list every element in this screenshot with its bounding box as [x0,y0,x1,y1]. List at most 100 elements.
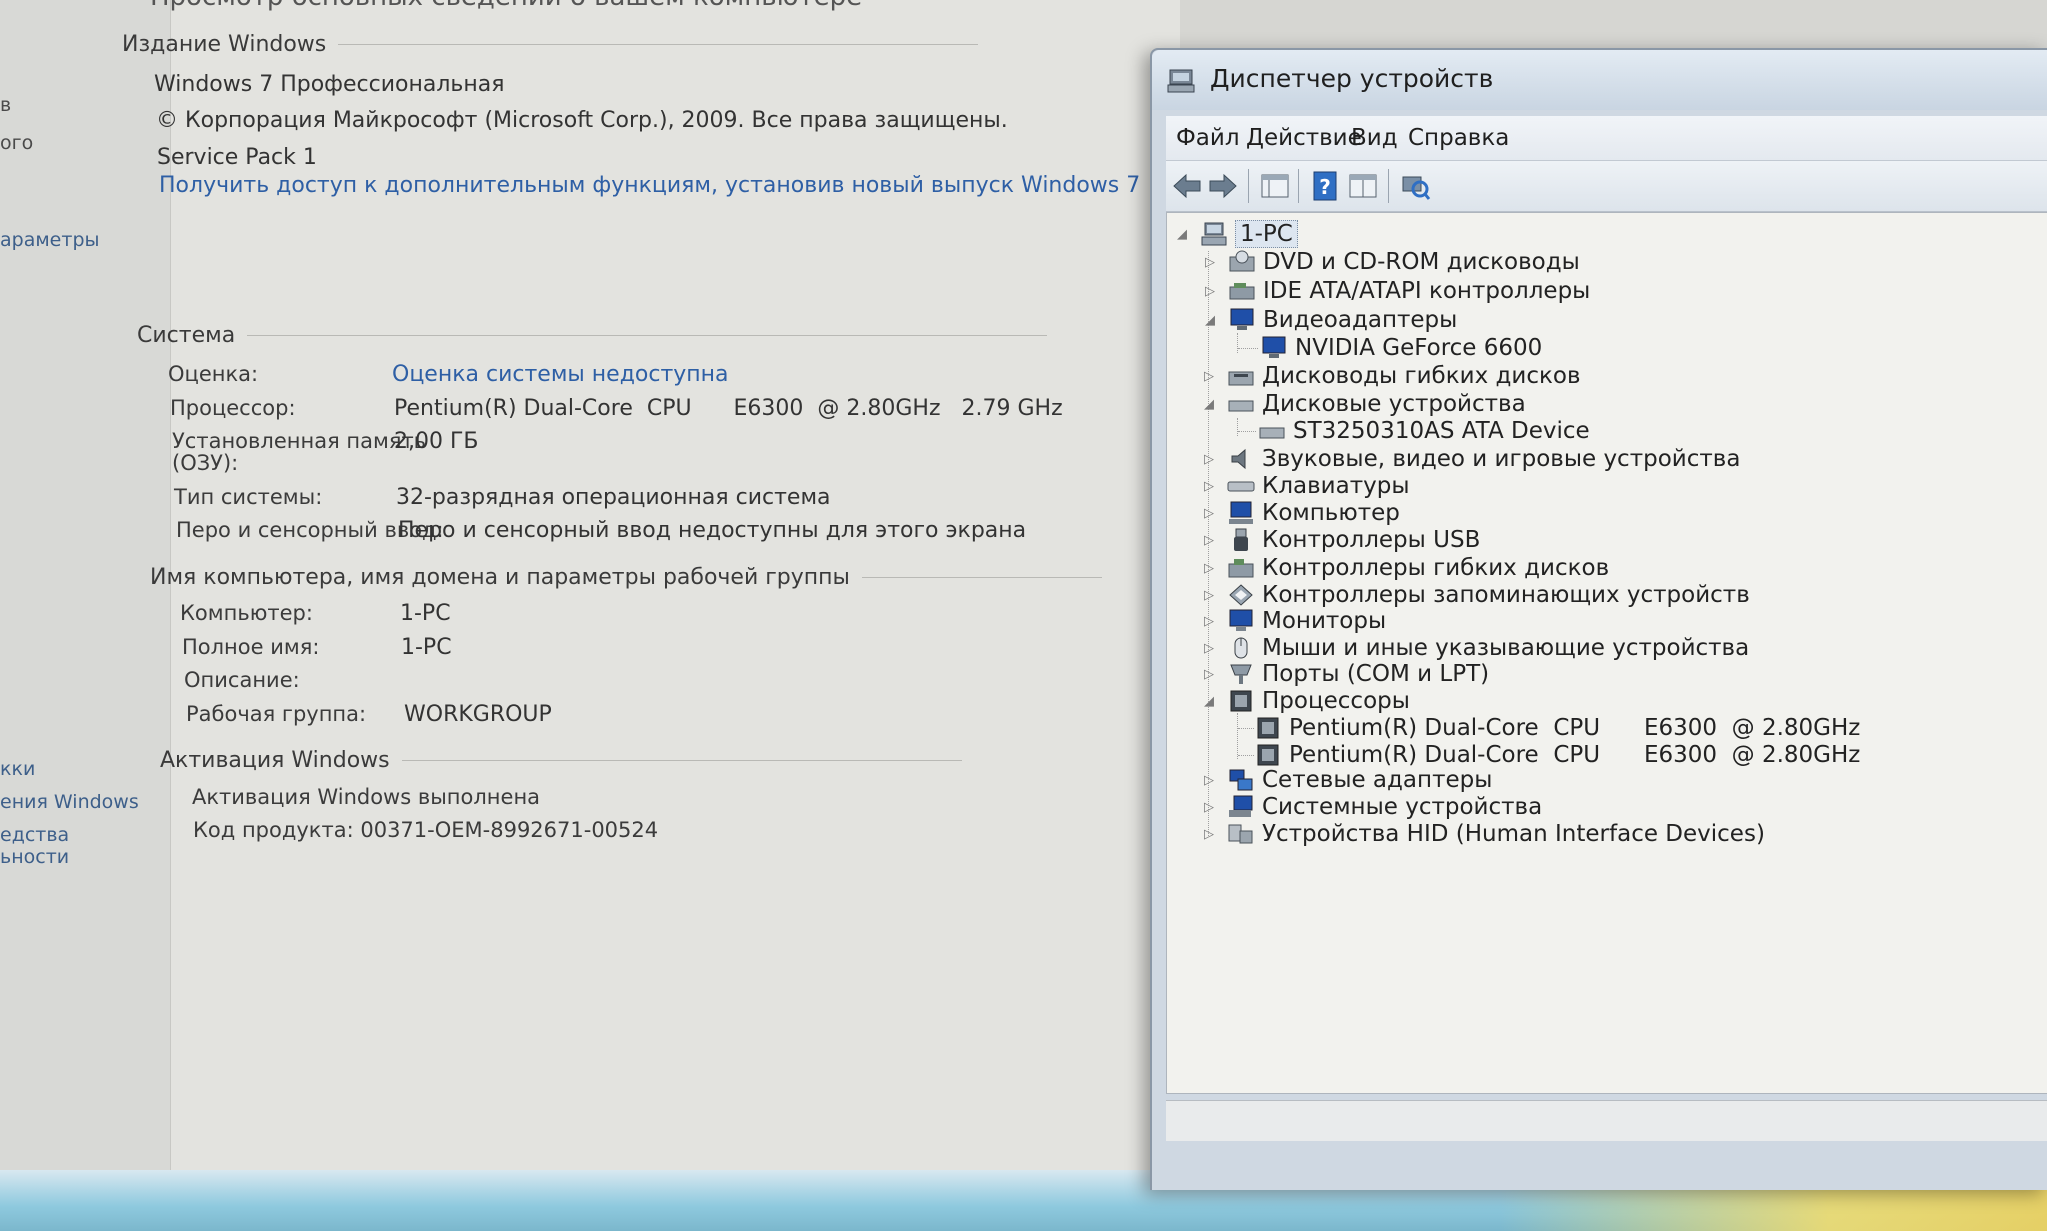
tree-category-computer[interactable]: ▷ Компьютер [1200,498,1400,528]
disk-drive-icon [1259,427,1285,439]
menu-action[interactable]: Действие [1246,125,1362,151]
tree-category-processors[interactable]: ◢ Процессоры [1200,686,1410,716]
display-adapter-icon [1262,336,1286,358]
product-key: Код продукта: 00371-OEM-8992671-00524 [193,818,659,842]
workgroup-label: Рабочая группа: [186,702,367,726]
help-icon[interactable]: ? [1308,169,1342,203]
computer-root-icon [1201,222,1227,246]
description-label: Описание: [184,668,300,692]
collapse-icon[interactable]: ◢ [1173,227,1191,242]
floppy-drive-icon [1228,371,1254,386]
expand-icon[interactable]: ▷ [1200,827,1218,842]
nav-fragment: ого [0,132,34,154]
processor-icon [1257,717,1279,739]
expand-icon[interactable]: ▷ [1200,452,1218,467]
nav-link-performance-cont[interactable]: ьности [0,846,69,868]
expand-icon[interactable]: ▷ [1200,800,1218,815]
network-adapter-icon [1229,769,1253,791]
scan-hardware-icon[interactable] [1398,169,1432,203]
memory-label: Установленная память [172,429,427,453]
expand-icon[interactable]: ▷ [1200,614,1218,629]
full-name-value: 1-PC [401,635,452,660]
expand-icon[interactable]: ▷ [1200,667,1218,682]
left-nav-pane: в ого араметры кки ения Windows едства ь… [0,0,171,1170]
tree-root[interactable]: ◢ 1-PC [1173,219,1298,249]
system-devices-icon [1229,795,1253,817]
window-title: Диспетчер устройств [1210,64,1494,93]
expand-icon[interactable]: ▷ [1200,369,1218,384]
tree-category-monitors[interactable]: ▷ Мониторы [1200,606,1386,636]
tree-category-usb[interactable]: ▷ Контроллеры USB [1200,525,1480,555]
disk-drive-icon [1228,400,1254,412]
title-bar[interactable]: Диспетчер устройств [1152,50,2047,110]
expand-icon[interactable]: ▷ [1200,533,1218,548]
port-icon [1230,664,1252,684]
processor-value: Pentium(R) Dual-Core CPU E6300 @ 2.80GHz… [394,396,1063,421]
copyright-text: © Корпорация Майкрософт (Microsoft Corp.… [156,108,1008,133]
view-icon[interactable] [1346,169,1380,203]
tree-device-nvidia[interactable]: NVIDIA GeForce 6600 [1259,333,1542,363]
pen-touch-value: Перо и сенсорный ввод недоступны для это… [398,518,1027,543]
nav-link-windows-update[interactable]: ения Windows [0,791,139,813]
system-main-pane: Просмотр основных сведений о вашем компь… [122,0,1180,1170]
expand-icon[interactable]: ▷ [1200,479,1218,494]
forward-icon[interactable] [1206,169,1240,203]
menu-help[interactable]: Справка [1408,125,1509,151]
system-properties-window: в ого араметры кки ения Windows едства ь… [0,0,1180,1170]
tree-category-sound[interactable]: ▷ Звуковые, видео и игровые устройства [1200,444,1740,474]
floppy-controller-icon [1228,559,1254,578]
windows-edition: Windows 7 Профессиональная [154,72,505,97]
computer-label: Компьютер: [180,601,313,625]
computer-icon [1229,501,1253,524]
expand-icon[interactable]: ▷ [1201,255,1219,270]
nav-link-see-also[interactable]: кки [0,758,35,780]
tree-category-ide[interactable]: ▷ IDE ATA/ATAPI контроллеры [1201,276,1590,306]
tree-category-network[interactable]: ▷ Сетевые адаптеры [1200,765,1492,795]
expand-icon[interactable]: ▷ [1200,588,1218,603]
tree-category-disk-drives[interactable]: ◢ Дисковые устройства [1200,389,1526,419]
processor-icon [1230,690,1252,712]
keyboard-icon [1227,481,1255,492]
tree-category-display[interactable]: ◢ Видеоадаптеры [1201,305,1457,335]
nav-link-advanced-settings[interactable]: араметры [0,229,100,251]
activation-status: Активация Windows выполнена [192,785,541,809]
tree-category-floppy-drives[interactable]: ▷ Дисководы гибких дисков [1200,361,1581,391]
tree-category-ports[interactable]: ▷ Порты (COM и LPT) [1200,659,1489,689]
expand-icon[interactable]: ▷ [1200,641,1218,656]
properties-icon[interactable] [1258,169,1292,203]
full-name-label: Полное имя: [182,635,320,659]
collapse-icon[interactable]: ◢ [1201,313,1219,328]
expand-icon[interactable]: ▷ [1200,773,1218,788]
processor-label: Процессор: [170,396,296,420]
expand-icon[interactable]: ▷ [1201,284,1219,299]
status-bar [1166,1100,2047,1141]
display-adapter-icon [1230,308,1254,330]
tree-category-floppy-controllers[interactable]: ▷ Контроллеры гибких дисков [1200,553,1609,583]
rating-link[interactable]: Оценка системы недоступна [392,362,729,387]
activation-heading: Активация Windows [160,748,962,773]
menu-file[interactable]: Файл [1176,125,1240,151]
hid-icon [1228,824,1253,844]
expand-icon[interactable]: ▷ [1200,561,1218,576]
collapse-icon[interactable]: ◢ [1200,397,1218,412]
tree-category-keyboards[interactable]: ▷ Клавиатуры [1200,471,1410,501]
tree-category-dvd[interactable]: ▷ DVD и CD-ROM дисководы [1201,247,1580,277]
computer-name-heading: Имя компьютера, имя домена и параметры р… [150,565,1102,590]
svg-text:?: ? [1319,175,1331,199]
memory-label-cont: (ОЗУ): [172,451,239,475]
tree-category-hid[interactable]: ▷ Устройства HID (Human Interface Device… [1200,819,1765,849]
expand-icon[interactable]: ▷ [1200,506,1218,521]
nav-link-performance[interactable]: едства [0,824,69,846]
ide-controller-icon [1229,283,1255,300]
collapse-icon[interactable]: ◢ [1200,694,1218,709]
menu-view[interactable]: Вид [1351,125,1398,151]
tree-device-hdd[interactable]: ST3250310AS ATA Device [1257,416,1590,446]
service-pack: Service Pack 1 [157,145,317,170]
tree-device-cpu-0[interactable]: Pentium(R) Dual-Core CPU E6300 @ 2.80GHz [1253,713,1860,743]
rating-label: Оценка: [168,362,259,386]
device-manager-icon [1167,69,1195,93]
upgrade-link[interactable]: Получить доступ к дополнительным функция… [159,173,1140,198]
tree-category-system-devices[interactable]: ▷ Системные устройства [1200,792,1542,822]
back-icon[interactable] [1170,169,1204,203]
storage-controller-icon [1229,584,1253,606]
